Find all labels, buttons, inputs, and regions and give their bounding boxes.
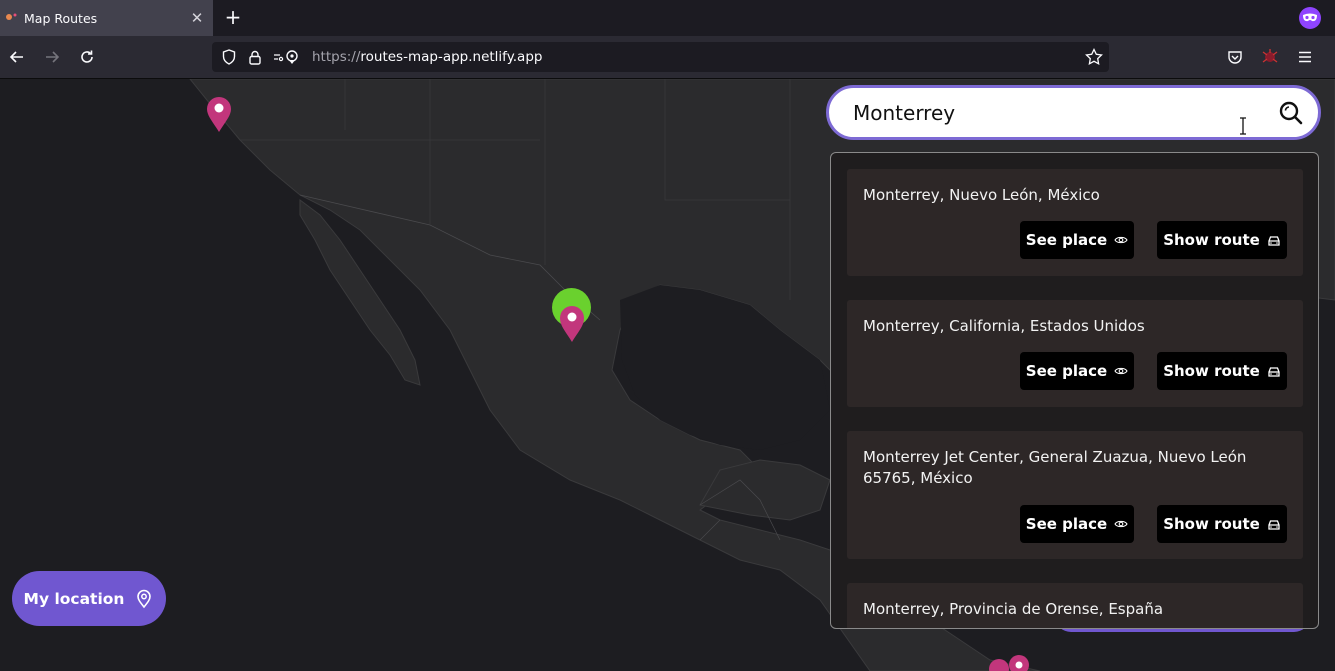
car-icon xyxy=(1267,233,1281,247)
shield-icon[interactable] xyxy=(220,48,238,66)
new-tab-button[interactable]: + xyxy=(221,5,245,29)
selected-place-marker-icon[interactable] xyxy=(557,303,587,343)
back-arrow-icon[interactable] xyxy=(5,45,29,69)
eye-icon xyxy=(1114,364,1128,378)
eye-icon xyxy=(1114,233,1128,247)
result-item: Monterrey, Provincia de Orense, España xyxy=(847,583,1303,628)
my-location-button[interactable]: My location xyxy=(12,571,166,626)
car-icon xyxy=(1267,364,1281,378)
map-pin-favicon-icon xyxy=(4,11,18,25)
tab-title: Map Routes xyxy=(24,10,98,26)
reload-icon[interactable] xyxy=(75,45,99,69)
url-text[interactable]: https://routes-map-app.netlify.app xyxy=(312,49,542,65)
hamburger-menu-icon[interactable] xyxy=(1293,45,1317,69)
lock-icon[interactable] xyxy=(246,48,264,66)
result-title: Monterrey, Nuevo León, México xyxy=(863,186,1100,204)
pocket-icon[interactable] xyxy=(1223,45,1247,69)
result-title: Monterrey, California, Estados Unidos xyxy=(863,317,1145,335)
search-input[interactable] xyxy=(851,91,1255,134)
see-place-button[interactable]: See place xyxy=(1020,221,1134,259)
see-place-button[interactable]: See place xyxy=(1020,352,1134,390)
result-title: Monterrey, Provincia de Orense, España xyxy=(863,600,1164,618)
location-pin-icon xyxy=(134,589,154,609)
result-item: Monterrey, Nuevo León, México See place … xyxy=(847,169,1303,276)
result-item: Monterrey, California, Estados Unidos Se… xyxy=(847,300,1303,407)
see-place-button[interactable]: See place xyxy=(1020,505,1134,543)
close-tab-icon[interactable]: ✕ xyxy=(185,9,209,27)
text-cursor-icon xyxy=(1240,117,1246,135)
car-icon xyxy=(1267,517,1281,531)
cluster-markers-icon[interactable] xyxy=(985,655,1035,671)
show-route-button[interactable]: Show route xyxy=(1157,221,1287,259)
bookmark-star-icon[interactable] xyxy=(1085,47,1103,66)
result-item: Monterrey Jet Center, General Zuazua, Nu… xyxy=(847,431,1303,559)
browser-tab[interactable]: Map Routes ✕ xyxy=(0,0,213,36)
eye-icon xyxy=(1114,517,1128,531)
location-marker-icon[interactable] xyxy=(204,95,234,133)
show-route-button[interactable]: Show route xyxy=(1157,505,1287,543)
permissions-icon[interactable] xyxy=(272,48,300,66)
browser-tab-bar: Map Routes ✕ + xyxy=(0,0,1335,36)
show-route-button[interactable]: Show route xyxy=(1157,352,1287,390)
browser-nav-bar: https://routes-map-app.netlify.app xyxy=(0,36,1335,79)
search-icon[interactable] xyxy=(1278,100,1304,126)
forward-arrow-icon[interactable] xyxy=(40,45,64,69)
extension-icon[interactable] xyxy=(1258,45,1282,69)
address-bar[interactable]: https://routes-map-app.netlify.app xyxy=(212,42,1109,72)
result-title: Monterrey Jet Center, General Zuazua, Nu… xyxy=(863,448,1247,487)
private-mask-icon[interactable] xyxy=(1299,7,1321,29)
search-results-panel[interactable]: Monterrey, Nuevo León, México See place … xyxy=(830,152,1319,629)
